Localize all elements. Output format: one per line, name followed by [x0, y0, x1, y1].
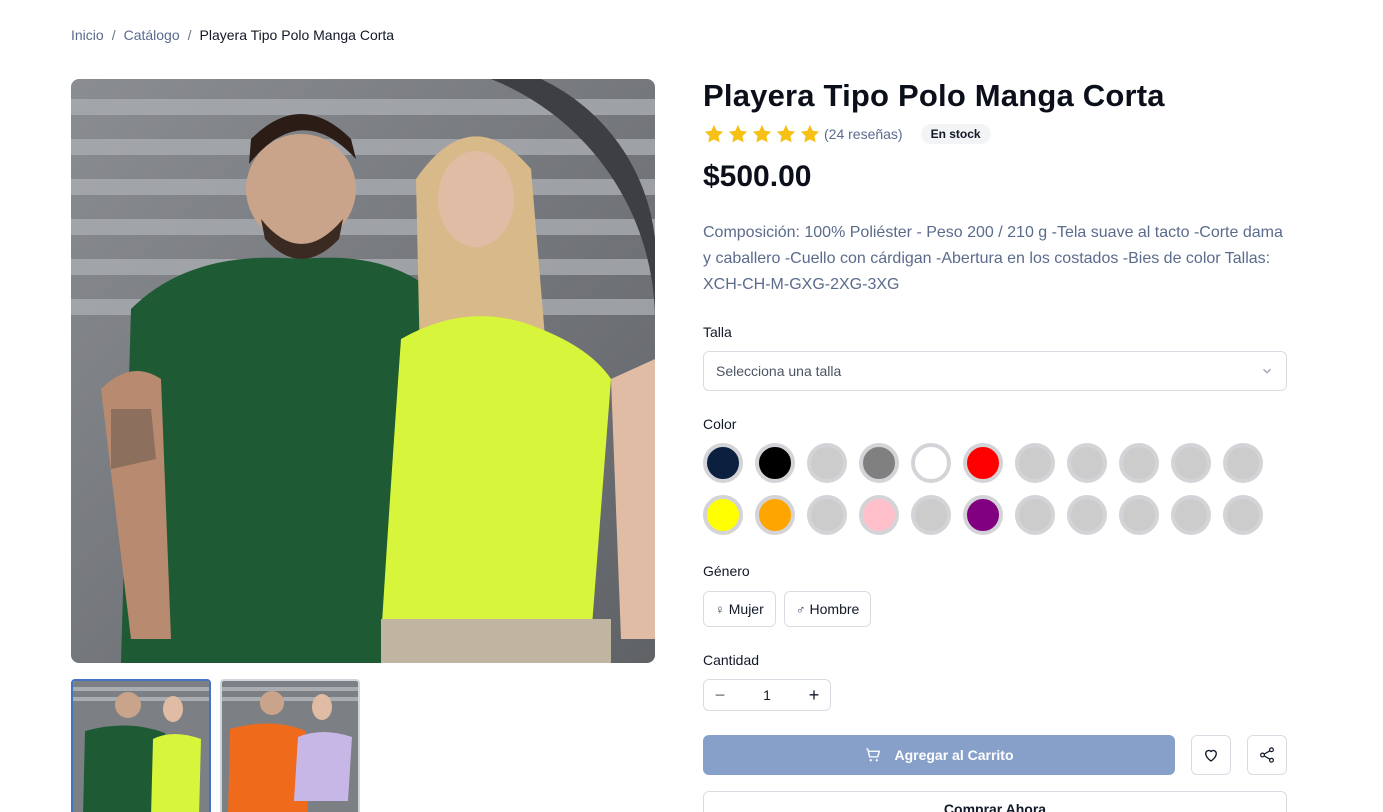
color-swatch[interactable] — [859, 443, 899, 483]
wishlist-button[interactable] — [1191, 735, 1231, 775]
product-photo-green-yellow — [71, 79, 655, 663]
chevron-down-icon — [1263, 368, 1271, 374]
gender-male-button[interactable]: ♂ Hombre — [783, 591, 872, 627]
color-swatch[interactable] — [911, 443, 951, 483]
thumbnail-1[interactable] — [71, 679, 211, 812]
color-swatch[interactable] — [1067, 443, 1107, 483]
color-swatch[interactable] — [963, 443, 1003, 483]
color-swatch[interactable] — [1223, 495, 1263, 535]
share-icon — [1260, 747, 1274, 763]
cart-icon — [866, 748, 881, 762]
buy-now-label: Comprar Ahora — [943, 801, 1047, 812]
star-icon — [776, 124, 796, 143]
gender-label: Género — [703, 563, 750, 579]
size-select[interactable]: Selecciona una talla — [703, 351, 1287, 391]
breadcrumb-current: Playera Tipo Polo Manga Corta — [199, 27, 395, 43]
stock-badge: En stock — [920, 124, 991, 144]
quantity-label: Cantidad — [703, 652, 760, 668]
color-label: Color — [703, 416, 737, 432]
color-swatch[interactable] — [1015, 443, 1055, 483]
gender-female-button[interactable]: ♀ Mujer — [703, 591, 776, 627]
reviews-count[interactable]: (24 reseñas) — [824, 126, 903, 142]
color-swatch[interactable] — [703, 443, 743, 483]
breadcrumb-home-link[interactable]: Inicio — [71, 27, 104, 43]
product-title: Playera Tipo Polo Manga Corta — [703, 78, 1165, 113]
color-swatch[interactable] — [859, 495, 899, 535]
color-swatch[interactable] — [1119, 443, 1159, 483]
star-icon — [800, 124, 820, 143]
color-swatch[interactable] — [755, 495, 795, 535]
breadcrumb-separator: / — [187, 27, 192, 43]
rating-row: (24 reseñas) En stock — [703, 122, 991, 146]
add-to-cart-label: Agregar al Carrito — [894, 747, 1014, 763]
star-icon — [752, 124, 772, 143]
color-swatch[interactable] — [1015, 495, 1055, 535]
quantity-value[interactable]: 1 — [763, 687, 771, 703]
star-icon — [728, 124, 748, 143]
thumbnail-photo-green-yellow — [73, 681, 209, 812]
size-label: Talla — [703, 324, 732, 340]
quantity-decrease-button[interactable]: − — [704, 680, 736, 710]
quantity-increase-button[interactable]: + — [798, 680, 830, 710]
color-swatch[interactable] — [911, 495, 951, 535]
breadcrumb-catalog-link[interactable]: Catálogo — [124, 27, 180, 43]
color-swatch[interactable] — [755, 443, 795, 483]
add-to-cart-button[interactable]: Agregar al Carrito — [703, 735, 1175, 775]
thumbnail-2[interactable] — [220, 679, 360, 812]
gender-female-label: Mujer — [728, 601, 764, 617]
color-swatch[interactable] — [1119, 495, 1159, 535]
breadcrumb: Inicio / Catálogo / Playera Tipo Polo Ma… — [71, 27, 394, 43]
male-icon: ♂ — [795, 601, 806, 617]
color-swatch[interactable] — [807, 495, 847, 535]
color-swatch[interactable] — [1223, 443, 1263, 483]
color-swatches — [703, 443, 1283, 535]
color-swatch[interactable] — [807, 443, 847, 483]
female-icon: ♀ — [715, 601, 725, 617]
thumbnail-photo-orange-lilac — [222, 681, 358, 812]
color-swatch[interactable] — [1067, 495, 1107, 535]
gender-male-label: Hombre — [809, 601, 860, 617]
gender-options: ♀ Mujer ♂ Hombre — [703, 591, 872, 627]
size-select-placeholder: Selecciona una talla — [716, 363, 842, 379]
star-icon — [704, 124, 724, 143]
main-product-image[interactable] — [71, 79, 655, 663]
product-price: $500.00 — [703, 160, 812, 193]
product-description: Composición: 100% Poliéster - Peso 200 /… — [703, 224, 1283, 293]
heart-icon — [1205, 749, 1217, 762]
color-swatch[interactable] — [963, 495, 1003, 535]
color-swatch[interactable] — [703, 495, 743, 535]
buy-now-button[interactable]: Comprar Ahora — [703, 791, 1287, 812]
color-swatch[interactable] — [1171, 443, 1211, 483]
quantity-stepper: − 1 + — [703, 679, 831, 711]
rating-stars — [703, 123, 821, 145]
color-swatch[interactable] — [1171, 495, 1211, 535]
breadcrumb-separator: / — [111, 27, 116, 43]
share-button[interactable] — [1247, 735, 1287, 775]
